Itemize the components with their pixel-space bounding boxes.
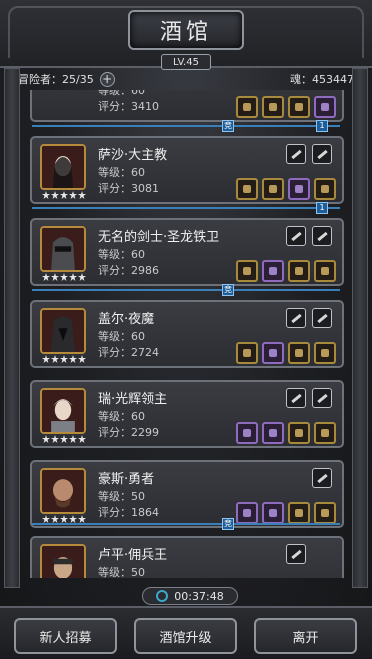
tag-bar: 竞 [22, 284, 350, 296]
hero-level: 等级：50 [98, 566, 145, 578]
tag-bar: 竞 [22, 518, 350, 530]
skill-icon[interactable] [286, 308, 306, 328]
hero-name: 卢平·佣兵王 [98, 548, 168, 563]
equipment-slot[interactable] [236, 178, 258, 200]
skill-icon[interactable] [286, 388, 306, 408]
adventurer-count: 冒险者：25/35 [18, 73, 94, 86]
count-tag: 1 [316, 120, 328, 132]
tavern-upgrade-button[interactable]: 酒馆升级 [134, 618, 237, 654]
equipment-slot[interactable] [236, 342, 258, 364]
hero-level: 等级：60 [98, 330, 145, 343]
count-tag: 1 [316, 202, 328, 214]
add-slot-button[interactable]: + [99, 71, 115, 87]
hero-card[interactable]: 瑞·光辉领主 等级：60 评分：2299 [30, 380, 344, 448]
hero-card[interactable]: 等级：60 评分：3410 [30, 90, 344, 122]
equipment-slot[interactable] [236, 422, 258, 444]
equipment-slot[interactable] [262, 422, 284, 444]
equipment-slot[interactable] [314, 342, 336, 364]
star-rating [38, 355, 90, 365]
hero-score: 评分：3410 [98, 100, 159, 113]
hero-list[interactable]: 等级：60 评分：3410 竞 1 萨沙·大主教 等级：60 评分：3081 1 [22, 90, 350, 578]
tag-bar: 竞 1 [22, 120, 350, 132]
hero-score: 评分：2986 [98, 264, 159, 277]
hero-score: 评分：3081 [98, 182, 159, 195]
equipment-slot[interactable] [288, 96, 310, 118]
equip-tag: 竞 [222, 518, 234, 530]
hero-name: 瑞·光辉领主 [98, 392, 168, 407]
equipment-slot[interactable] [262, 260, 284, 282]
hero-portrait [40, 308, 86, 354]
hero-score: 评分：2299 [98, 426, 159, 439]
skill-icon[interactable] [312, 144, 332, 164]
refresh-timer: 00:37:48 [142, 587, 238, 605]
hero-portrait [40, 144, 86, 190]
equipment-slot[interactable] [314, 178, 336, 200]
equipment-slot[interactable] [236, 260, 258, 282]
skill-icon[interactable] [286, 226, 306, 246]
bottom-bar: 新人招募 酒馆升级 离开 [0, 606, 372, 659]
equipment-slot[interactable] [262, 178, 284, 200]
tag-bar: 1 [22, 202, 350, 214]
skill-icon[interactable] [286, 144, 306, 164]
equipment-slot[interactable] [262, 96, 284, 118]
skill-icon[interactable] [312, 388, 332, 408]
equipment-slot[interactable] [288, 260, 310, 282]
equipment-slot[interactable] [262, 342, 284, 364]
hero-score: 评分：2724 [98, 346, 159, 359]
hero-level: 等级：60 [98, 166, 145, 179]
left-pillar [4, 68, 20, 588]
equip-tag: 竞 [222, 284, 234, 296]
skill-icon[interactable] [312, 308, 332, 328]
hero-card[interactable]: 卢平·佣兵王 等级：50 [30, 536, 344, 578]
stat-bar: 冒险者：25/35 + 魂：453447 [18, 70, 354, 88]
hero-level: 等级：50 [98, 490, 145, 503]
timer-text: 00:37:48 [174, 589, 224, 603]
tavern-screen: 酒馆 LV.45 冒险者：25/35 + 魂：453447 等级：60 评分：3… [0, 0, 372, 659]
hero-name: 豪斯·勇者 [98, 472, 155, 487]
equipment-slot[interactable] [236, 96, 258, 118]
hero-card[interactable]: 萨沙·大主教 等级：60 评分：3081 [30, 136, 344, 204]
hero-portrait [40, 544, 86, 578]
skill-icon[interactable] [312, 226, 332, 246]
hero-card[interactable]: 无名的剑士·圣龙铁卫 等级：60 评分：2986 [30, 218, 344, 286]
hero-level: 等级：60 [98, 90, 145, 97]
hero-name: 无名的剑士·圣龙铁卫 [98, 230, 220, 245]
equipment-slot[interactable] [288, 422, 310, 444]
recruit-button[interactable]: 新人招募 [14, 618, 117, 654]
skill-icon[interactable] [286, 544, 306, 564]
star-rating [38, 191, 90, 201]
skill-icon[interactable] [312, 468, 332, 488]
hero-card[interactable]: 盖尔·夜魔 等级：60 评分：2724 [30, 300, 344, 368]
star-rating [38, 273, 90, 283]
equipment-slot[interactable] [314, 422, 336, 444]
equipment-slot[interactable] [314, 96, 336, 118]
tavern-level-badge: LV.45 [161, 54, 211, 70]
hero-name: 盖尔·夜魔 [98, 312, 155, 327]
equipment-slot[interactable] [288, 178, 310, 200]
equipment-slot[interactable] [288, 342, 310, 364]
equip-tag: 竞 [222, 120, 234, 132]
hero-level: 等级：60 [98, 410, 145, 423]
hero-portrait [40, 226, 86, 272]
hero-level: 等级：60 [98, 248, 145, 261]
right-pillar [352, 68, 368, 588]
hero-portrait [40, 468, 86, 514]
hero-name: 萨沙·大主教 [98, 148, 168, 163]
soul-count: 魂：453447 [290, 73, 354, 86]
tavern-title: 酒馆 [128, 10, 244, 50]
hero-portrait [40, 388, 86, 434]
star-rating [38, 435, 90, 445]
leave-button[interactable]: 离开 [254, 618, 357, 654]
equipment-slot[interactable] [314, 260, 336, 282]
clock-icon [156, 590, 169, 602]
